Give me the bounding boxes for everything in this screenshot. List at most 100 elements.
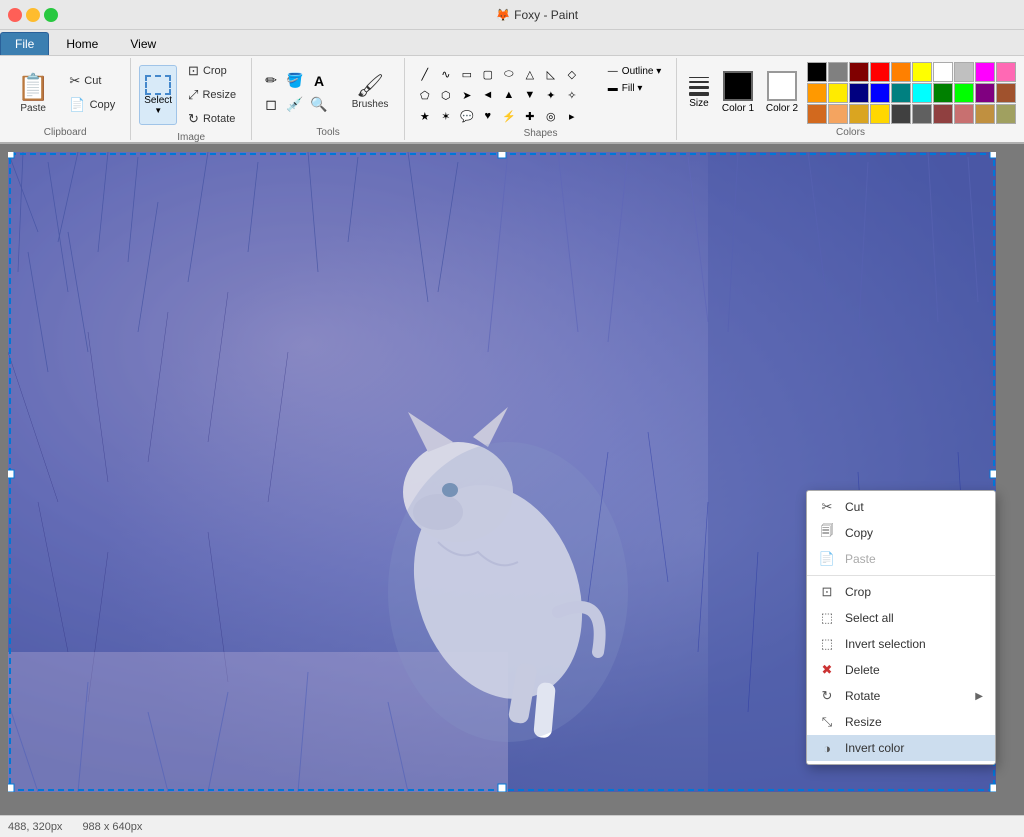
- outline-button[interactable]: — Outline ▾: [603, 64, 666, 79]
- shape-4arrow[interactable]: ✦: [541, 85, 561, 105]
- context-menu-item-delete[interactable]: ✖Delete: [807, 657, 995, 683]
- fill-tool[interactable]: 🪣: [284, 70, 306, 92]
- palette-color-15[interactable]: [912, 83, 932, 103]
- rotate-icon: ↻: [819, 688, 835, 704]
- shape-star4[interactable]: ✧: [562, 85, 582, 105]
- outline-icon: —: [608, 66, 618, 77]
- text-tool[interactable]: A: [308, 70, 330, 92]
- shape-star6[interactable]: ✶: [436, 106, 456, 126]
- tab-home[interactable]: Home: [51, 32, 113, 55]
- shape-rect[interactable]: ▭: [457, 64, 477, 84]
- eraser-tool[interactable]: ◻: [260, 94, 282, 116]
- color2-button[interactable]: Color 2: [763, 68, 801, 118]
- context-menu-item-cut[interactable]: ✂Cut: [807, 494, 995, 520]
- crop-icon: ⊡: [188, 63, 199, 79]
- crop-button[interactable]: ⊡ Crop: [181, 60, 243, 82]
- copy-button[interactable]: 📄 Copy: [62, 94, 122, 116]
- shape-triangle[interactable]: △: [520, 64, 540, 84]
- palette-color-29[interactable]: [996, 104, 1016, 124]
- shape-line[interactable]: ╱: [415, 64, 435, 84]
- context-menu-item-invert-selection[interactable]: ⬚Invert selection: [807, 631, 995, 657]
- context-menu-item-resize[interactable]: ⤡Resize: [807, 709, 995, 735]
- palette-color-23[interactable]: [870, 104, 890, 124]
- shape-left-arrow[interactable]: ◄: [478, 85, 498, 105]
- palette-color-14[interactable]: [891, 83, 911, 103]
- palette-color-11[interactable]: [828, 83, 848, 103]
- palette-color-21[interactable]: [828, 104, 848, 124]
- fill-button[interactable]: ▬ Fill ▾: [603, 81, 666, 96]
- resize-icon: ⤡: [819, 714, 835, 730]
- context-menu-item-select-all[interactable]: ⬚Select all: [807, 605, 995, 631]
- palette-color-0[interactable]: [807, 62, 827, 82]
- palette-color-6[interactable]: [933, 62, 953, 82]
- palette-color-24[interactable]: [891, 104, 911, 124]
- select-all-icon: ⬚: [819, 610, 835, 626]
- tab-file[interactable]: File: [0, 32, 49, 55]
- palette-color-10[interactable]: [807, 83, 827, 103]
- color1-button[interactable]: Color 1: [719, 68, 757, 118]
- shape-hex[interactable]: ⬡: [436, 85, 456, 105]
- context-menu-item-invert-color[interactable]: ◑Invert color: [807, 735, 995, 761]
- pencil-tool[interactable]: ✏: [260, 70, 282, 92]
- palette-color-18[interactable]: [975, 83, 995, 103]
- cut-button[interactable]: ✂ Cut: [62, 70, 122, 92]
- shape-rounded-rect[interactable]: ▢: [478, 64, 498, 84]
- palette-color-20[interactable]: [807, 104, 827, 124]
- palette-color-28[interactable]: [975, 104, 995, 124]
- palette-color-22[interactable]: [849, 104, 869, 124]
- palette-color-27[interactable]: [954, 104, 974, 124]
- palette-color-26[interactable]: [933, 104, 953, 124]
- shape-more[interactable]: ▸: [562, 106, 582, 126]
- context-menu-item-copy[interactable]: 🗐Copy: [807, 520, 995, 546]
- shape-callout[interactable]: 💬: [457, 106, 477, 126]
- palette-color-12[interactable]: [849, 83, 869, 103]
- palette-color-25[interactable]: [912, 104, 932, 124]
- shape-curve[interactable]: ∿: [436, 64, 456, 84]
- palette-color-2[interactable]: [849, 62, 869, 82]
- palette-color-3[interactable]: [870, 62, 890, 82]
- maximize-button[interactable]: [44, 8, 58, 22]
- select-button[interactable]: Select ▼: [139, 65, 177, 125]
- context-menu-item-crop[interactable]: ⊡Crop: [807, 579, 995, 605]
- palette-color-8[interactable]: [975, 62, 995, 82]
- shape-lightning[interactable]: ⚡: [499, 106, 519, 126]
- context-menu-separator: [807, 575, 995, 576]
- palette-color-19[interactable]: [996, 83, 1016, 103]
- shape-star5[interactable]: ★: [415, 106, 435, 126]
- paste-button[interactable]: 📋 Paste: [8, 67, 58, 119]
- color2-swatch: [767, 71, 797, 101]
- shape-right-arrow[interactable]: ➤: [457, 85, 477, 105]
- brushes-button[interactable]: 🖌 Brushes: [344, 63, 396, 123]
- shape-pentagon[interactable]: ⬠: [415, 85, 435, 105]
- shape-heart[interactable]: ♥: [478, 106, 498, 126]
- window-controls[interactable]: [8, 8, 58, 22]
- palette-color-7[interactable]: [954, 62, 974, 82]
- palette-color-9[interactable]: [996, 62, 1016, 82]
- colorpicker-tool[interactable]: 💉: [284, 94, 306, 116]
- resize-button[interactable]: ⤢ Resize: [181, 84, 243, 106]
- rotate-button[interactable]: ↻ Rotate: [181, 108, 243, 130]
- palette-color-17[interactable]: [954, 83, 974, 103]
- palette-color-16[interactable]: [933, 83, 953, 103]
- shape-up-arrow[interactable]: ▲: [499, 85, 519, 105]
- shape-right-triangle[interactable]: ◺: [541, 64, 561, 84]
- close-button[interactable]: [8, 8, 22, 22]
- palette-color-1[interactable]: [828, 62, 848, 82]
- shape-cross[interactable]: ✚: [520, 106, 540, 126]
- magnifier-tool[interactable]: 🔍: [308, 94, 330, 116]
- shape-ellipse[interactable]: ⬭: [499, 64, 519, 84]
- canvas-scroll[interactable]: ✂Cut🗐Copy📄Paste⊡Crop⬚Select all⬚Invert s…: [0, 144, 1024, 815]
- palette-color-13[interactable]: [870, 83, 890, 103]
- tab-view[interactable]: View: [115, 32, 171, 55]
- palette-color-4[interactable]: [891, 62, 911, 82]
- shape-ring[interactable]: ◎: [541, 106, 561, 126]
- shape-diamond[interactable]: ◇: [562, 64, 582, 84]
- invert-color-icon: ◑: [819, 740, 835, 756]
- minimize-button[interactable]: [26, 8, 40, 22]
- cut-icon: ✂: [819, 499, 835, 515]
- size-button[interactable]: Size: [685, 75, 713, 111]
- shape-down-arrow[interactable]: ▼: [520, 85, 540, 105]
- palette-color-5[interactable]: [912, 62, 932, 82]
- shapes-grid: ╱ ∿ ▭ ▢ ⬭ △ ◺ ◇ ⬠ ⬡ ➤ ◄ ▲ ▼: [415, 64, 595, 126]
- context-menu-item-rotate[interactable]: ↻Rotate▶: [807, 683, 995, 709]
